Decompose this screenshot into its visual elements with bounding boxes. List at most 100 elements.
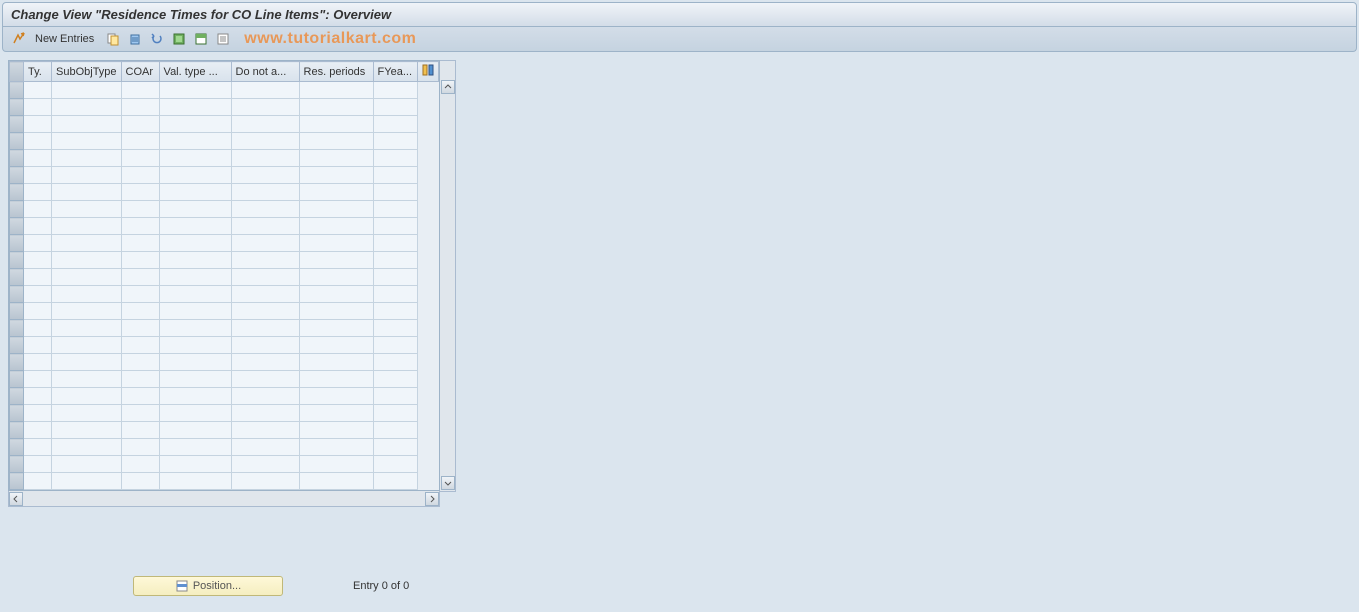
cell[interactable]: [231, 201, 299, 218]
cell[interactable]: [121, 235, 159, 252]
cell[interactable]: [24, 388, 52, 405]
cell[interactable]: [373, 99, 417, 116]
cell[interactable]: [24, 99, 52, 116]
cell[interactable]: [231, 388, 299, 405]
cell[interactable]: [299, 303, 373, 320]
cell[interactable]: [159, 184, 231, 201]
cell[interactable]: [159, 354, 231, 371]
cell[interactable]: [373, 201, 417, 218]
cell[interactable]: [121, 150, 159, 167]
cell[interactable]: [231, 354, 299, 371]
cell[interactable]: [52, 218, 122, 235]
cell[interactable]: [231, 456, 299, 473]
row-selector[interactable]: [10, 286, 24, 303]
cell[interactable]: [24, 286, 52, 303]
column-header-valtype[interactable]: Val. type ...: [159, 62, 231, 82]
row-selector[interactable]: [10, 320, 24, 337]
cell[interactable]: [52, 320, 122, 337]
cell[interactable]: [231, 167, 299, 184]
cell[interactable]: [52, 116, 122, 133]
cell[interactable]: [24, 354, 52, 371]
cell[interactable]: [24, 133, 52, 150]
cell[interactable]: [231, 235, 299, 252]
cell[interactable]: [121, 133, 159, 150]
row-selector[interactable]: [10, 184, 24, 201]
cell[interactable]: [231, 337, 299, 354]
cell[interactable]: [299, 405, 373, 422]
cell[interactable]: [231, 303, 299, 320]
cell[interactable]: [373, 252, 417, 269]
cell[interactable]: [231, 184, 299, 201]
cell[interactable]: [24, 269, 52, 286]
cell[interactable]: [231, 150, 299, 167]
cell[interactable]: [299, 456, 373, 473]
cell[interactable]: [52, 201, 122, 218]
cell[interactable]: [159, 167, 231, 184]
cell[interactable]: [299, 320, 373, 337]
cell[interactable]: [299, 184, 373, 201]
row-selector[interactable]: [10, 150, 24, 167]
cell[interactable]: [231, 439, 299, 456]
cell[interactable]: [52, 269, 122, 286]
row-selector[interactable]: [10, 116, 24, 133]
row-selector[interactable]: [10, 133, 24, 150]
cell[interactable]: [121, 473, 159, 490]
vertical-scrollbar[interactable]: [440, 60, 456, 492]
cell[interactable]: [231, 133, 299, 150]
cell[interactable]: [299, 269, 373, 286]
cell[interactable]: [121, 201, 159, 218]
cell[interactable]: [159, 150, 231, 167]
column-header-subobjtype[interactable]: SubObjType: [52, 62, 122, 82]
cell[interactable]: [52, 133, 122, 150]
cell[interactable]: [121, 422, 159, 439]
cell[interactable]: [121, 303, 159, 320]
cell[interactable]: [121, 337, 159, 354]
cell[interactable]: [24, 473, 52, 490]
cell[interactable]: [159, 218, 231, 235]
cell[interactable]: [121, 218, 159, 235]
cell[interactable]: [159, 405, 231, 422]
column-header-coar[interactable]: COAr: [121, 62, 159, 82]
toggle-display-icon[interactable]: [11, 30, 29, 48]
cell[interactable]: [52, 82, 122, 99]
cell[interactable]: [24, 116, 52, 133]
cell[interactable]: [52, 184, 122, 201]
row-selector[interactable]: [10, 337, 24, 354]
cell[interactable]: [299, 473, 373, 490]
cell[interactable]: [373, 405, 417, 422]
cell[interactable]: [231, 320, 299, 337]
column-header-resperiods[interactable]: Res. periods: [299, 62, 373, 82]
row-selector[interactable]: [10, 252, 24, 269]
cell[interactable]: [231, 99, 299, 116]
cell[interactable]: [373, 269, 417, 286]
cell[interactable]: [159, 388, 231, 405]
cell[interactable]: [159, 320, 231, 337]
scroll-down-button[interactable]: [441, 476, 455, 490]
cell[interactable]: [231, 473, 299, 490]
cell[interactable]: [24, 320, 52, 337]
cell[interactable]: [159, 116, 231, 133]
column-header-ty[interactable]: Ty.: [24, 62, 52, 82]
row-selector[interactable]: [10, 422, 24, 439]
scroll-up-button[interactable]: [441, 80, 455, 94]
cell[interactable]: [373, 320, 417, 337]
cell[interactable]: [373, 167, 417, 184]
cell[interactable]: [24, 456, 52, 473]
cell[interactable]: [231, 116, 299, 133]
row-selector[interactable]: [10, 354, 24, 371]
cell[interactable]: [24, 371, 52, 388]
undo-icon[interactable]: [148, 30, 166, 48]
cell[interactable]: [121, 99, 159, 116]
position-button[interactable]: Position...: [133, 576, 283, 596]
row-selector[interactable]: [10, 303, 24, 320]
cell[interactable]: [159, 269, 231, 286]
row-selector[interactable]: [10, 388, 24, 405]
cell[interactable]: [159, 286, 231, 303]
cell[interactable]: [52, 252, 122, 269]
cell[interactable]: [121, 286, 159, 303]
cell[interactable]: [52, 456, 122, 473]
cell[interactable]: [231, 218, 299, 235]
row-selector[interactable]: [10, 473, 24, 490]
cell[interactable]: [52, 337, 122, 354]
cell[interactable]: [159, 252, 231, 269]
